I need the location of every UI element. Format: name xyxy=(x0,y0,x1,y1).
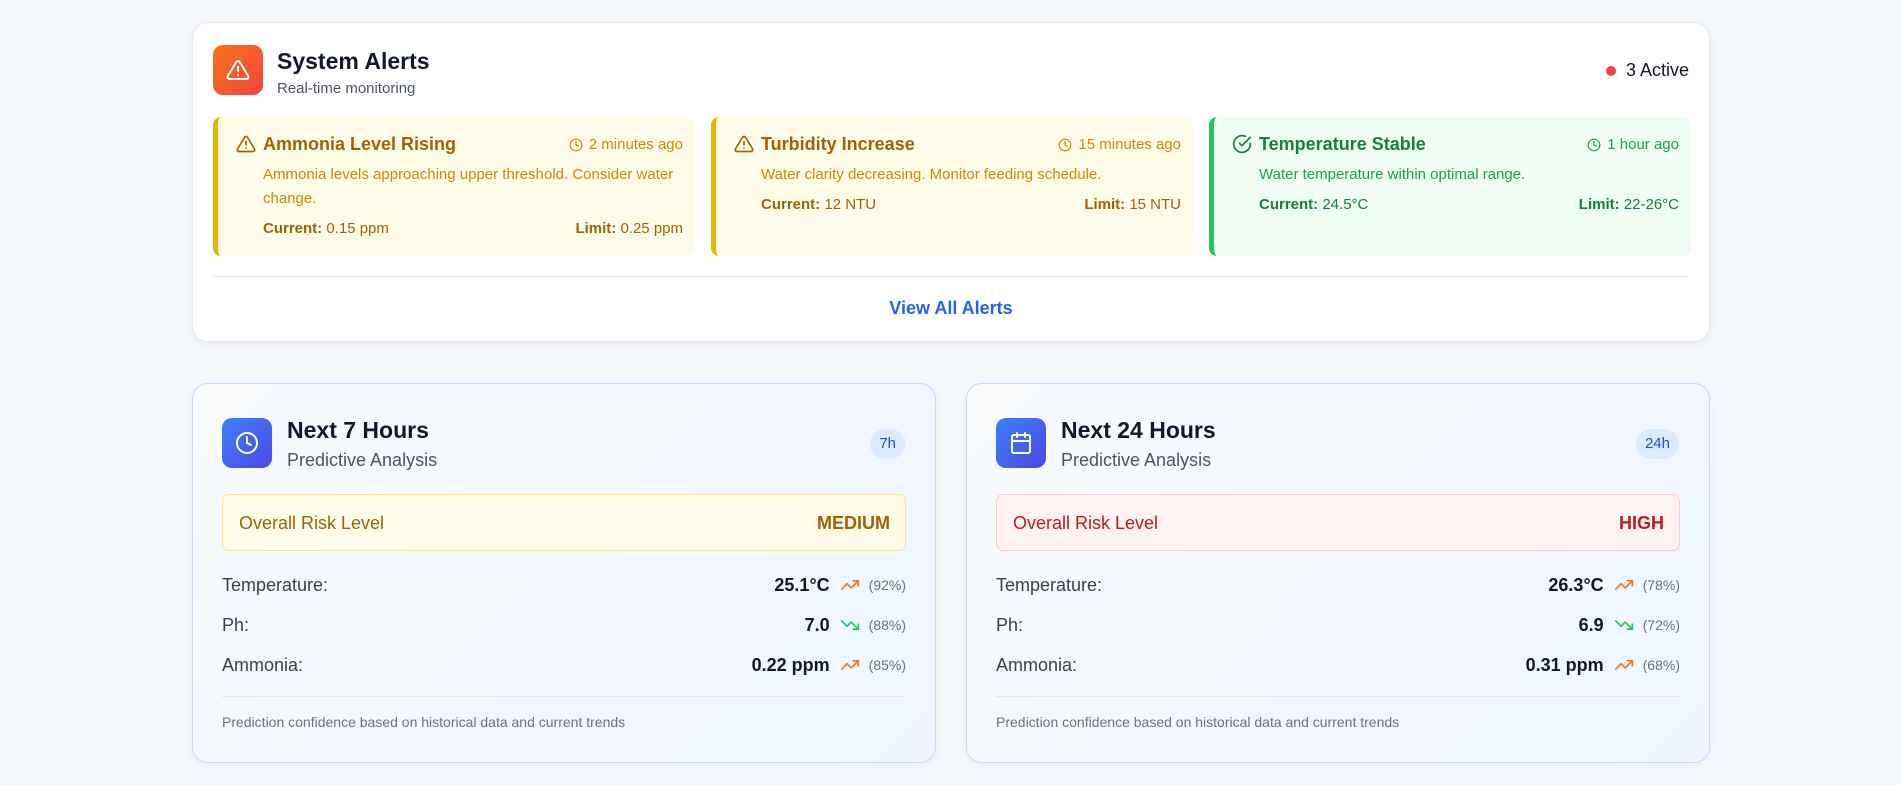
alert-message: Water temperature within optimal range. xyxy=(1259,166,1526,183)
risk-value: HIGH xyxy=(1619,513,1664,533)
alert-limit-label: Limit: xyxy=(1578,196,1620,213)
metric-value: 6.9 xyxy=(1578,614,1604,635)
metric-row-ammonia: Ammonia: 0.22 ppm (85%) xyxy=(222,652,906,678)
metric-value: 25.1°C xyxy=(774,574,830,595)
alert-limit-value: 0.25 ppm xyxy=(620,220,683,237)
alert-limit: Limit: 22-26°C xyxy=(1579,196,1679,213)
status-dot-icon xyxy=(1605,65,1616,76)
prediction-card-7h: Next 7 Hours Predictive Analysis 7h Over… xyxy=(192,383,936,763)
prediction-subtitle: Predictive Analysis xyxy=(1061,450,1212,470)
metric-value: 26.3°C xyxy=(1548,574,1604,595)
alerts-subtitle: Real-time monitoring xyxy=(277,80,416,97)
clock-icon xyxy=(1587,138,1601,151)
prediction-footer-note: Prediction confidence based on historica… xyxy=(222,714,626,730)
alert-current-value: 12 NTU xyxy=(824,196,877,213)
alert-current-value: 0.15 ppm xyxy=(326,220,389,237)
metric-confidence: (88%) xyxy=(868,617,906,633)
clock-icon xyxy=(222,418,272,468)
alert-triangle-icon xyxy=(213,45,263,95)
alert-time-label: 1 hour ago xyxy=(1607,136,1679,153)
alert-message: Water clarity decreasing. Monitor feedin… xyxy=(761,166,1102,183)
metric-label: Temperature: xyxy=(222,575,329,595)
horizon-badge: 7h xyxy=(870,429,905,459)
clock-icon xyxy=(1059,138,1072,151)
metric-confidence: (78%) xyxy=(1642,577,1680,593)
risk-label: Overall Risk Level xyxy=(1013,513,1159,533)
metric-label: Temperature: xyxy=(996,575,1103,595)
alert-current-label: Current: xyxy=(761,196,821,213)
alert-title: Temperature Stable xyxy=(1259,134,1426,154)
alert-current-label: Current: xyxy=(263,220,323,237)
overall-risk-box: Overall Risk Level MEDIUM xyxy=(222,494,906,551)
metric-value: 7.0 xyxy=(804,614,830,635)
metric-row-ph: Ph: 7.0 (88%) xyxy=(222,612,906,638)
alert-title: Turbidity Increase xyxy=(761,134,915,154)
system-alerts-panel: System Alerts Real-time monitoring 3 Act… xyxy=(192,22,1710,342)
alert-limit-label: Limit: xyxy=(1084,196,1126,213)
alert-time: 15 minutes ago xyxy=(1058,136,1181,153)
horizon-badge: 24h xyxy=(1635,429,1679,459)
metric-confidence: (72%) xyxy=(1642,617,1680,633)
trending-down-icon xyxy=(1614,615,1634,635)
alert-card-temperature[interactable]: Temperature Stable 1 hour ago Water temp… xyxy=(1209,117,1691,256)
clock-icon xyxy=(569,138,583,151)
alerts-title: System Alerts xyxy=(277,48,430,74)
trending-down-icon xyxy=(840,615,860,635)
metric-confidence: (68%) xyxy=(1642,657,1680,673)
calendar-icon xyxy=(996,418,1046,468)
alert-current-value: 24.5°C xyxy=(1322,196,1369,213)
metric-label: Ph: xyxy=(222,615,250,635)
risk-label: Overall Risk Level xyxy=(239,513,385,533)
alert-limit-value: 22-26°C xyxy=(1623,196,1679,213)
prediction-title: Next 7 Hours xyxy=(287,417,429,443)
check-circle-icon xyxy=(1232,134,1252,154)
warning-triangle-icon xyxy=(236,134,256,154)
metric-value: 0.31 ppm xyxy=(1525,654,1604,675)
alert-time: 2 minutes ago xyxy=(569,136,683,153)
prediction-footer-note: Prediction confidence based on historica… xyxy=(996,714,1400,730)
metric-label: Ammonia: xyxy=(222,655,304,675)
divider xyxy=(213,276,1689,277)
active-alerts-badge: 3 Active xyxy=(1605,60,1689,81)
prediction-card-24h: Next 24 Hours Predictive Analysis 24h Ov… xyxy=(966,383,1710,763)
prediction-subtitle: Predictive Analysis xyxy=(287,450,438,470)
metric-row-ph: Ph: 6.9 (72%) xyxy=(996,612,1680,638)
alerts-header: System Alerts Real-time monitoring 3 Act… xyxy=(213,45,1689,99)
trending-up-icon xyxy=(1614,575,1634,595)
trending-up-icon xyxy=(840,575,860,595)
alert-limit: Limit: 0.25 ppm xyxy=(575,220,683,237)
risk-value: MEDIUM xyxy=(817,513,890,533)
metric-row-temperature: Temperature: 25.1°C (92%) xyxy=(222,572,906,598)
alert-time-label: 2 minutes ago xyxy=(588,136,683,153)
alert-current: Current: 0.15 ppm xyxy=(263,220,389,237)
alert-title: Ammonia Level Rising xyxy=(263,134,457,154)
active-count-label: 3 Active xyxy=(1625,60,1689,80)
warning-triangle-icon xyxy=(734,134,754,154)
alert-limit-value: 15 NTU xyxy=(1129,196,1181,213)
alert-current-label: Current: xyxy=(1259,196,1319,213)
metric-confidence: (85%) xyxy=(868,657,906,673)
metric-row-ammonia: Ammonia: 0.31 ppm (68%) xyxy=(996,652,1680,678)
metric-row-temperature: Temperature: 26.3°C (78%) xyxy=(996,572,1680,598)
prediction-title: Next 24 Hours xyxy=(1061,417,1216,443)
view-all-alerts-link[interactable]: View All Alerts xyxy=(193,298,1709,319)
alert-time: 1 hour ago xyxy=(1587,136,1679,153)
alert-current: Current: 24.5°C xyxy=(1259,196,1368,213)
metric-label: Ammonia: xyxy=(996,655,1078,675)
alert-card-turbidity[interactable]: Turbidity Increase 15 minutes ago Water … xyxy=(711,117,1193,256)
trending-up-icon xyxy=(840,655,860,675)
alert-limit-label: Limit: xyxy=(575,220,617,237)
divider xyxy=(222,696,906,697)
alert-time-label: 15 minutes ago xyxy=(1078,136,1181,153)
alert-card-ammonia[interactable]: Ammonia Level Rising 2 minutes ago Ammon… xyxy=(213,117,695,256)
alert-limit: Limit: 15 NTU xyxy=(1084,196,1181,213)
divider xyxy=(996,696,1680,697)
metric-value: 0.22 ppm xyxy=(751,654,830,675)
overall-risk-box: Overall Risk Level HIGH xyxy=(996,494,1680,551)
metric-label: Ph: xyxy=(996,615,1024,635)
alert-current: Current: 12 NTU xyxy=(761,196,876,213)
trending-up-icon xyxy=(1614,655,1634,675)
metric-confidence: (92%) xyxy=(868,577,906,593)
alert-message: Ammonia levels approaching upper thresho… xyxy=(263,166,674,207)
